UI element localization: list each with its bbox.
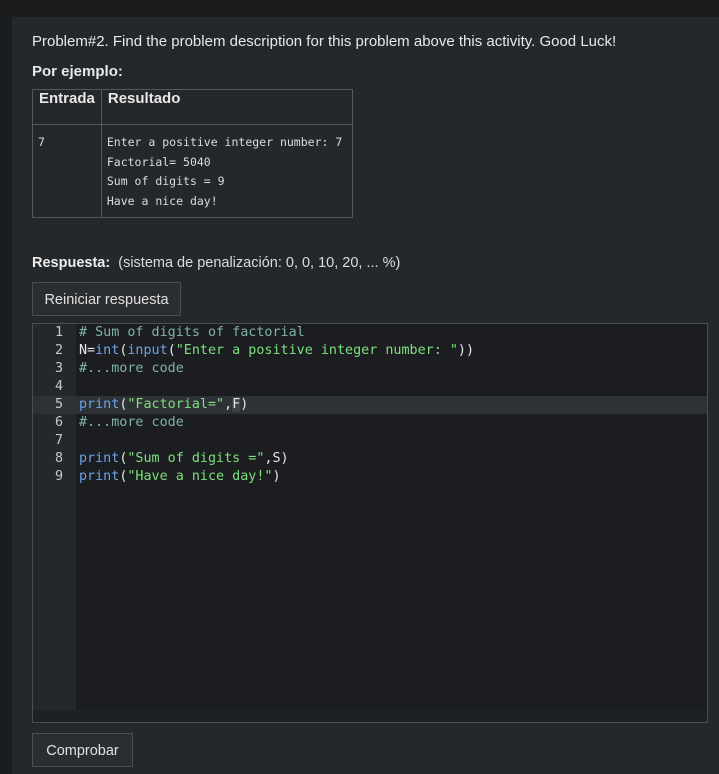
output-line: Sum of digits = 9 bbox=[106, 174, 225, 188]
line-number: 2 bbox=[54, 343, 63, 358]
question-panel: Problem#2. Find the problem description … bbox=[12, 17, 719, 774]
code-token: , bbox=[224, 397, 233, 412]
line-number: 3 bbox=[54, 361, 63, 376]
code-lines[interactable]: 1 # Sum of digits of factorial 2 N=int (inpu… bbox=[33, 324, 707, 486]
code-line[interactable]: 6 #...more code bbox=[33, 414, 707, 432]
example-output: Enter a positive integer number: 7 Facto… bbox=[100, 124, 353, 218]
output-line: Have a nice day! bbox=[106, 193, 218, 208]
header-entrada: Entrada bbox=[32, 89, 102, 125]
code-token: "Have a nice day!" bbox=[127, 469, 273, 484]
output-line: Factorial= 5040 bbox=[106, 154, 211, 169]
line-number: 4 bbox=[54, 379, 63, 394]
code-token: input bbox=[127, 343, 168, 358]
code-token: ) bbox=[240, 397, 249, 412]
code-line[interactable]: 7 bbox=[33, 432, 707, 450]
code-editor[interactable]: 1 # Sum of digits of factorial 2 N=int (inpu… bbox=[32, 323, 708, 723]
code-token: #...more code bbox=[79, 361, 184, 376]
answer-header: Respuesta: (sistema de penalización: 0, … bbox=[32, 255, 400, 271]
check-button[interactable]: Comprobar bbox=[32, 733, 133, 767]
line-number: 8 bbox=[54, 451, 63, 466]
example-label: Por ejemplo: bbox=[32, 63, 123, 80]
line-number: 7 bbox=[54, 433, 63, 448]
code-token: ) bbox=[272, 469, 281, 484]
code-token: "Enter a positive integer number: " bbox=[175, 343, 458, 358]
code-token: # Sum of digits of factorial bbox=[79, 325, 305, 340]
code-text[interactable]: #...more code bbox=[79, 360, 184, 378]
example-table: Entrada Resultado 7 Enter a positive int… bbox=[32, 89, 353, 218]
code-token: print bbox=[79, 469, 120, 484]
code-token: "Sum of digits =" bbox=[127, 451, 265, 466]
code-token: )) bbox=[457, 343, 475, 358]
header-resultado: Resultado bbox=[100, 89, 353, 125]
code-text[interactable]: print("Have a nice day!") bbox=[79, 468, 281, 486]
reset-answer-button[interactable]: Reiniciar respuesta bbox=[32, 282, 181, 316]
line-number: 5 bbox=[54, 397, 63, 412]
line-number: 6 bbox=[54, 415, 63, 430]
line-number: 1 bbox=[54, 325, 63, 340]
code-line[interactable]: 8 print("Sum of digits =",S) bbox=[33, 450, 707, 468]
code-line[interactable]: 5 print("Factorial=",F) bbox=[33, 396, 707, 414]
table-header-row: Entrada Resultado bbox=[32, 89, 353, 125]
table-row: 7 Enter a positive integer number: 7 Fac… bbox=[32, 124, 353, 218]
code-token: print bbox=[79, 397, 120, 412]
code-text[interactable]: print("Sum of digits =",S) bbox=[79, 450, 289, 468]
code-token: int bbox=[95, 343, 120, 358]
code-text[interactable]: print("Factorial=",F) bbox=[79, 396, 248, 414]
problem-title: Problem#2. Find the problem description … bbox=[32, 33, 617, 50]
answer-label: Respuesta: bbox=[32, 255, 111, 271]
example-input: 7 bbox=[32, 124, 102, 218]
code-token: N= bbox=[79, 343, 96, 358]
code-token: "Factorial=" bbox=[127, 397, 225, 412]
code-line[interactable]: 1 # Sum of digits of factorial bbox=[33, 324, 707, 342]
code-line[interactable]: 3 #...more code bbox=[33, 360, 707, 378]
line-number: 9 bbox=[54, 469, 63, 484]
code-text[interactable]: N=int(input("Enter a positive integer nu… bbox=[79, 342, 474, 360]
code-token: ( bbox=[167, 343, 176, 358]
penalty-text: (sistema de penalización: 0, 0, 10, 20, … bbox=[118, 255, 401, 271]
code-token: print bbox=[79, 451, 120, 466]
output-line: Enter a positive integer number: 7 bbox=[106, 135, 343, 149]
code-token: #...more code bbox=[79, 415, 184, 430]
code-line[interactable]: 4 bbox=[33, 378, 707, 396]
code-text[interactable]: # Sum of digits of factorial bbox=[79, 324, 305, 342]
code-token: ,S) bbox=[264, 451, 289, 466]
code-line[interactable]: 2 N=int(input("Enter a positive integer n… bbox=[33, 342, 707, 360]
code-text[interactable]: #...more code bbox=[79, 414, 184, 432]
code-line[interactable]: 9 print("Have a nice day!") bbox=[33, 468, 707, 486]
